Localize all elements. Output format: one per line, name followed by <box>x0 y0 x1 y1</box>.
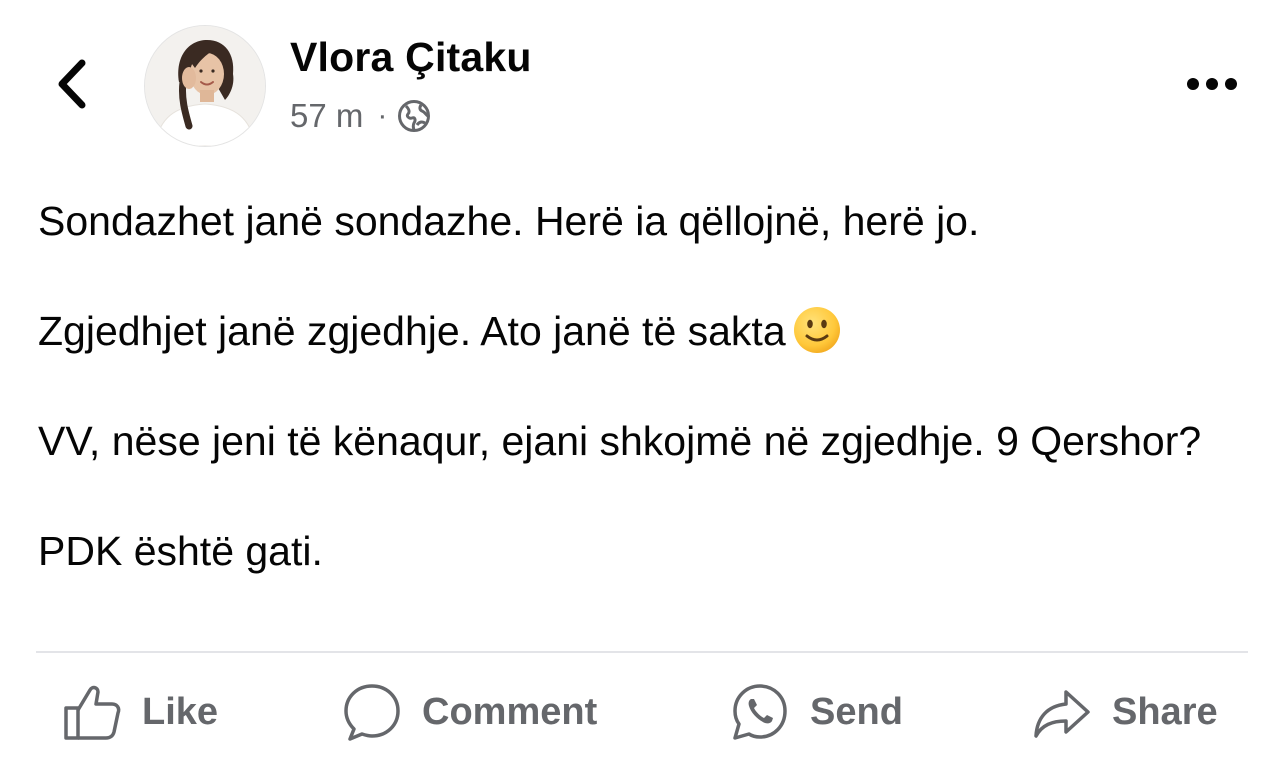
post-paragraph-2-text: Zgjedhjet janë zgjedhje. Ato janë të sak… <box>38 308 786 354</box>
thumbs-up-icon <box>62 682 122 742</box>
author-name[interactable]: Vlora Çitaku <box>290 34 532 81</box>
share-label: Share <box>1112 690 1218 733</box>
send-button[interactable]: Send <box>730 672 903 752</box>
share-button[interactable]: Share <box>1032 672 1218 752</box>
comment-button[interactable]: Comment <box>342 672 597 752</box>
post-paragraph-3: VV, nëse jeni të kënaqur, ejani shkojmë … <box>38 418 1202 464</box>
chevron-left-icon <box>58 59 86 109</box>
more-dots-icon <box>1187 78 1237 90</box>
more-options-button[interactable] <box>1176 64 1248 104</box>
post-paragraph-2: Zgjedhjet janë zgjedhje. Ato janë të sak… <box>38 304 1238 359</box>
divider <box>36 651 1248 653</box>
meta-separator: · <box>377 99 388 132</box>
like-label: Like <box>142 690 219 733</box>
avatar[interactable] <box>144 25 266 147</box>
back-button[interactable] <box>44 52 100 116</box>
comment-label: Comment <box>422 690 598 733</box>
profile-photo <box>145 26 265 146</box>
post-paragraph-1: Sondazhet janë sondazhe. Herë ia qëllojn… <box>38 198 980 244</box>
comment-bubble-icon <box>342 682 402 742</box>
post-text: Sondazhet janë sondazhe. Herë ia qëllojn… <box>38 194 1238 634</box>
whatsapp-icon <box>730 682 790 742</box>
post-time[interactable]: 57 m <box>290 97 363 135</box>
smiling-face-icon <box>792 305 842 355</box>
send-label: Send <box>810 690 903 733</box>
like-button[interactable]: Like <box>62 672 218 752</box>
post-header: Vlora Çitaku 57 m · <box>0 0 1284 170</box>
share-arrow-icon <box>1032 682 1092 742</box>
post-paragraph-4: PDK është gati. <box>38 528 323 574</box>
globe-icon <box>397 99 431 133</box>
post-meta: 57 m · <box>290 94 431 138</box>
